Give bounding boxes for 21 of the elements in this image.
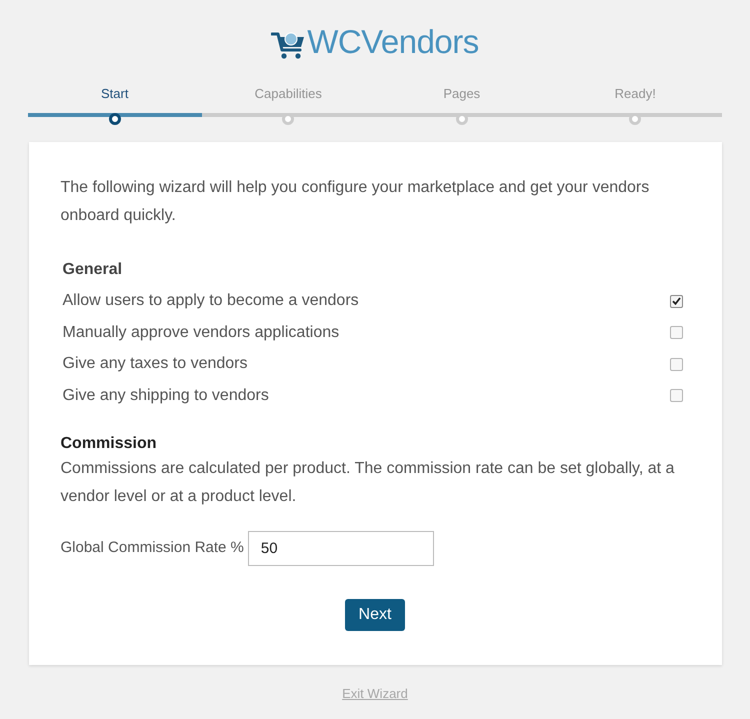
step-label: Capabilities [254,85,322,103]
intro-text: The following wizard will help you configure your marketplace and get your vendors onboard quickly. [60,178,650,226]
option-label: Give any taxes to vendors [62,354,248,374]
rate-label: Global Commission Rate % [60,538,244,558]
commission-description: Commissions are calculated per product. The commission rate can be set globally, at a vendor level or at a product level. [60,458,676,506]
checkbox[interactable] [670,389,682,402]
step-label: Start [101,85,128,103]
rate-input[interactable]: 50 [248,530,434,566]
logo-text: WCVendors [307,23,479,61]
step-label: Pages [443,85,480,103]
option-label: Allow users to apply to become a vendors [62,291,359,312]
checkbox[interactable] [670,294,682,308]
section-heading: General [62,260,122,280]
option-label: Manually approve vendors applications [62,322,340,343]
checkbox[interactable] [670,358,682,371]
option-label: Give any shipping to vendors [62,386,269,406]
check-icon [672,297,680,306]
section-heading: Commission [60,434,158,454]
next-button[interactable]: Next [344,598,406,630]
checkbox[interactable] [670,326,682,340]
step-label: Ready! [614,85,656,103]
